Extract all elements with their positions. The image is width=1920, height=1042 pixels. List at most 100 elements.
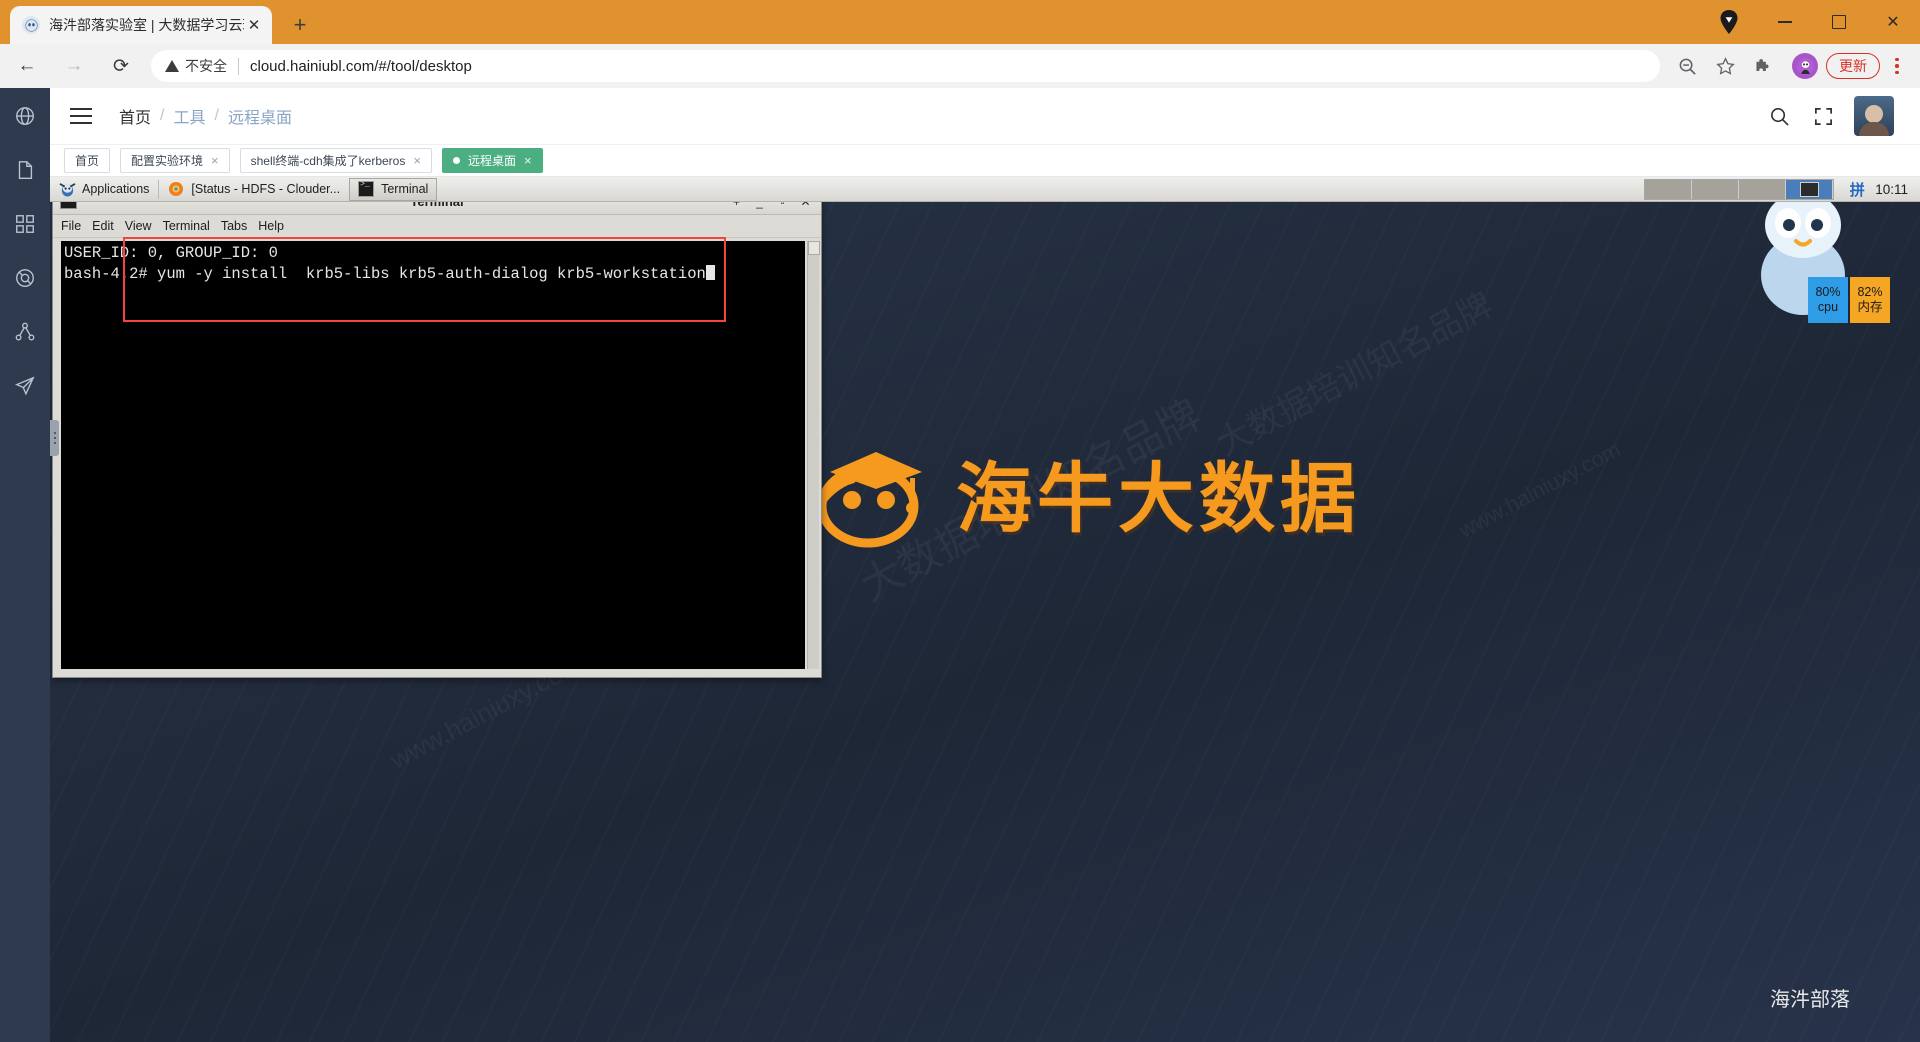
tab-label: shell终端-cdh集成了kerberos <box>250 154 406 168</box>
workspace-switcher[interactable] <box>1644 178 1835 200</box>
applications-menu-button[interactable]: Applications <box>50 178 158 201</box>
breadcrumb-item-home[interactable]: 首页 <box>119 104 151 128</box>
close-icon[interactable]: × <box>211 153 219 168</box>
browser-tab[interactable]: 海汼部落实验室 | 大数据学习云环 ✕ <box>10 6 272 44</box>
divider <box>238 57 239 75</box>
kebab-menu-icon[interactable] <box>1882 49 1912 83</box>
site-favicon <box>22 16 40 34</box>
mouse-icon <box>59 182 76 197</box>
desktop-corner-text: 海汼部落 <box>1770 989 1850 1011</box>
menu-file[interactable]: File <box>61 219 81 233</box>
cpu-label: cpu <box>1817 300 1839 314</box>
terminal-line: USER_ID: 0, GROUP_ID: 0 <box>64 244 278 262</box>
scrollbar-thumb[interactable] <box>808 241 820 255</box>
close-icon[interactable]: × <box>524 153 532 168</box>
xfce-panel: Applications [Status - HDFS - Clouder...… <box>50 177 1920 202</box>
app-sidebar <box>0 88 50 1042</box>
app-header: 首页 / 工具 / 远程桌面 <box>50 88 1920 145</box>
terminal-command-line: bash-4.2# yum -y install krb5-libs krb5-… <box>61 262 805 283</box>
reload-button[interactable]: ⟳ <box>101 46 141 86</box>
avatar-face <box>1865 105 1883 123</box>
taskbar-item-terminal[interactable]: Terminal <box>349 177 438 201</box>
taskbar-item-label: [Status - HDFS - Clouder... <box>191 182 341 196</box>
security-indicator[interactable]: 不安全 <box>165 56 227 76</box>
menu-tabs[interactable]: Tabs <box>221 219 247 233</box>
terminal-cursor <box>705 265 715 280</box>
address-bar[interactable]: 不安全 cloud.hainiubl.com/#/tool/desktop <box>151 50 1660 82</box>
profile-avatar[interactable] <box>1792 53 1818 79</box>
window-controls: ✕ <box>1716 0 1920 44</box>
warning-triangle-icon <box>165 60 179 72</box>
close-icon[interactable]: × <box>413 153 421 168</box>
header-actions <box>1766 96 1894 136</box>
breadcrumb-item-remote-desktop[interactable]: 远程桌面 <box>228 104 292 128</box>
close-icon[interactable]: ✕ <box>244 15 264 35</box>
memory-label: 内存 <box>1857 300 1883 314</box>
tab-shell-kerberos[interactable]: shell终端-cdh集成了kerberos × <box>239 148 432 173</box>
workspace-3[interactable] <box>1739 179 1787 199</box>
avatar[interactable] <box>1854 96 1894 136</box>
sidebar-item-nodes[interactable] <box>11 318 39 346</box>
panel-drag-handle[interactable] <box>50 420 59 456</box>
workspace-2[interactable] <box>1692 179 1740 199</box>
hainiu-logo: 海牛大数据 <box>790 432 1361 567</box>
system-monitor: 80% cpu 82% 内存 <box>1808 277 1890 323</box>
taskbar-item-firefox[interactable]: [Status - HDFS - Clouder... <box>159 178 349 201</box>
close-window-button[interactable]: ✕ <box>1866 0 1920 44</box>
puzzle-icon[interactable] <box>1746 49 1780 83</box>
memory-gauge: 82% 内存 <box>1850 277 1890 323</box>
tab-remote-desktop[interactable]: 远程桌面 × <box>441 148 543 173</box>
remote-desktop-viewport[interactable]: 大数据培训知名品牌 www.hainiuxy.com www.hainiuxy.… <box>50 177 1920 1042</box>
menu-terminal[interactable]: Terminal <box>163 219 210 233</box>
terminal-scrollbar[interactable] <box>807 241 820 669</box>
search-icon[interactable] <box>1766 103 1792 129</box>
workspace-4[interactable] <box>1786 179 1834 199</box>
menu-view[interactable]: View <box>125 219 152 233</box>
url-text: cloud.hainiubl.com/#/tool/desktop <box>250 57 472 75</box>
tab-configure-env[interactable]: 配置实验环境 × <box>120 148 230 173</box>
menu-edit[interactable]: Edit <box>92 219 114 233</box>
pin-icon[interactable] <box>1716 9 1742 35</box>
terminal-window[interactable]: Terminal + _ ▫ ✕ File Edit View Terminal… <box>52 188 822 678</box>
applications-label: Applications <box>82 182 150 196</box>
hainiu-logo-text: 海牛大数据 <box>956 456 1361 542</box>
back-button[interactable]: ← <box>7 46 47 86</box>
terminal-menu-bar: File Edit View Terminal Tabs Help <box>53 215 821 238</box>
tab-label: 配置实验环境 <box>131 154 204 168</box>
taskbar-item-label: Terminal <box>381 182 429 196</box>
breadcrumb: 首页 / 工具 / 远程桌面 <box>119 104 292 128</box>
fullscreen-icon[interactable] <box>1810 103 1836 129</box>
maximize-window-button[interactable] <box>1812 0 1866 44</box>
new-tab-button[interactable]: + <box>286 11 314 39</box>
minimize-window-button[interactable] <box>1758 0 1812 44</box>
app-tab-bar: 首页 配置实验环境 × shell终端-cdh集成了kerberos × 远程桌… <box>50 145 1920 177</box>
memory-value: 82% <box>1857 285 1883 299</box>
clock: 10:11 <box>1875 181 1908 197</box>
tab-label: 首页 <box>75 154 100 168</box>
workspace-1[interactable] <box>1645 179 1693 199</box>
zoom-out-icon[interactable] <box>1670 49 1704 83</box>
breadcrumb-item-tools[interactable]: 工具 <box>173 104 205 128</box>
tab-label: 远程桌面 <box>467 154 516 168</box>
update-button[interactable]: 更新 <box>1826 53 1880 79</box>
terminal-output-area[interactable]: USER_ID: 0, GROUP_ID: 0 bash-4.2# yum -y… <box>61 241 805 669</box>
sidebar-item-grid[interactable] <box>11 210 39 238</box>
sidebar-item-document[interactable] <box>11 156 39 184</box>
browser-tab-title: 海汼部落实验室 | 大数据学习云环 <box>49 17 244 33</box>
avatar-body <box>1859 122 1889 136</box>
sidebar-item-globe[interactable] <box>11 102 39 130</box>
active-dot-icon <box>452 157 460 164</box>
security-label: 不安全 <box>185 58 227 74</box>
input-method-icon[interactable]: 拼 <box>1846 180 1868 199</box>
menu-help[interactable]: Help <box>258 219 284 233</box>
sidebar-item-lifebuoy[interactable] <box>11 264 39 292</box>
terminal-command-text: bash-4.2# yum -y install krb5-libs krb5-… <box>64 265 706 283</box>
cpu-value: 80% <box>1815 285 1841 299</box>
star-icon[interactable] <box>1708 49 1742 83</box>
tab-home[interactable]: 首页 <box>64 148 111 173</box>
forward-button[interactable]: → <box>54 46 94 86</box>
breadcrumb-separator: / <box>160 107 165 124</box>
browser-toolbar: ← → ⟳ 不安全 cloud.hainiubl.com/#/tool/desk… <box>0 44 1920 88</box>
sidebar-item-send[interactable] <box>11 372 39 400</box>
hamburger-icon[interactable] <box>70 108 92 124</box>
